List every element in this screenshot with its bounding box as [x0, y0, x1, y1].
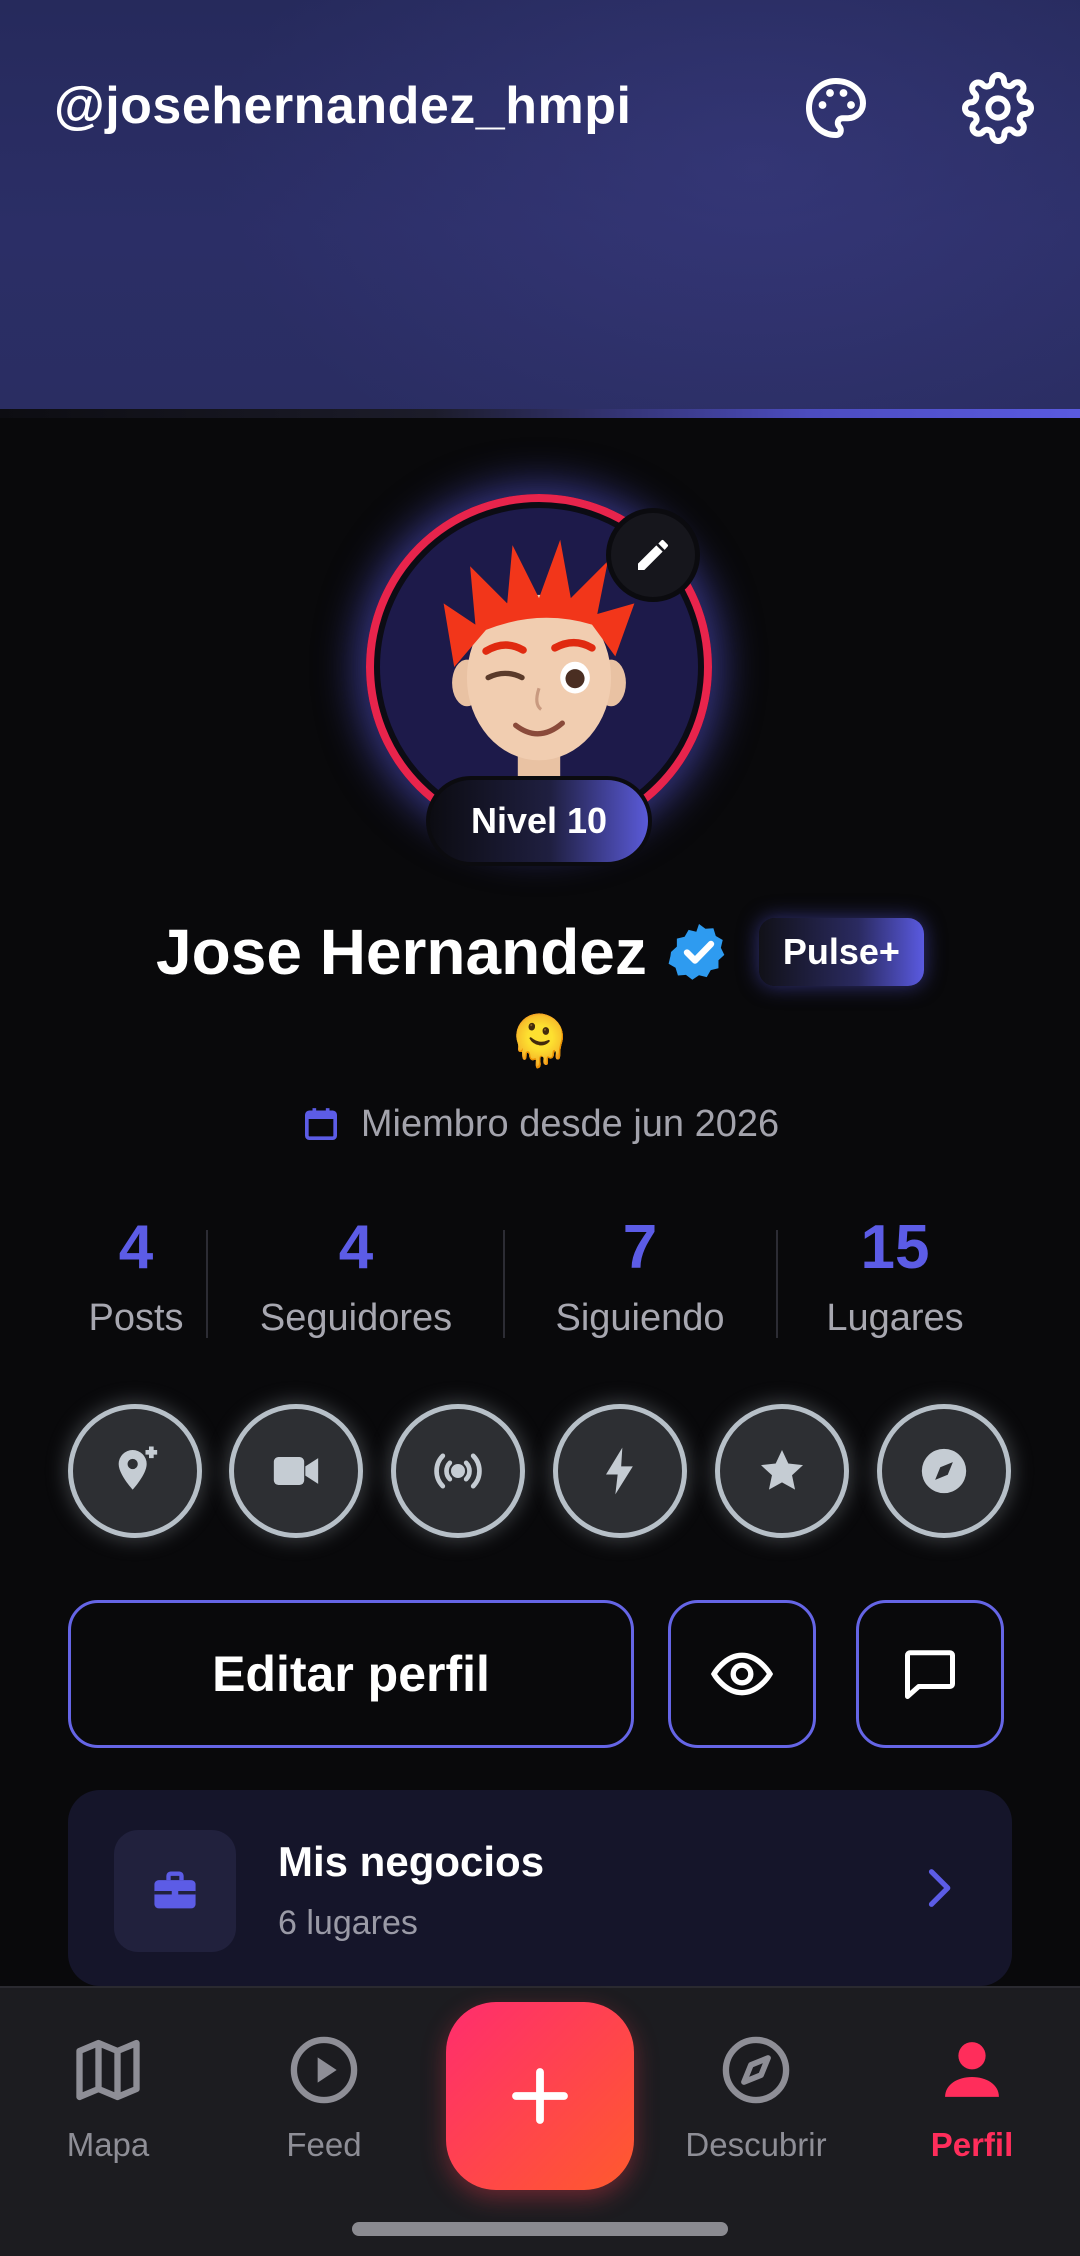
stat-divider: [776, 1230, 778, 1338]
stat-places[interactable]: 15 Lugares: [800, 1212, 990, 1340]
stat-value: 4: [118, 1213, 154, 1282]
stat-value: 4: [338, 1213, 374, 1282]
business-subtitle: 6 lugares: [278, 1904, 418, 1942]
header-accent-line: [0, 409, 1080, 418]
name-row: Jose Hernandez Pulse+: [0, 912, 1080, 992]
username-handle: @josehernandez_hmpi: [54, 77, 632, 135]
chat-icon: [905, 1650, 955, 1699]
star-icon[interactable]: [715, 1404, 849, 1538]
nav-label: Feed: [286, 2126, 362, 2163]
display-name: Jose Hernandez: [156, 916, 647, 988]
stat-value: 15: [860, 1213, 930, 1282]
pencil-icon: [638, 540, 668, 570]
status-emoji: 🫠: [508, 1013, 572, 1069]
nav-label: Descubrir: [685, 2126, 827, 2163]
stat-posts[interactable]: 4 Posts: [56, 1212, 216, 1340]
create-post-button[interactable]: [446, 2002, 634, 2190]
stat-followers[interactable]: 4 Seguidores: [236, 1212, 476, 1340]
compass-icon: [722, 2036, 790, 2104]
gear-icon[interactable]: [962, 72, 1034, 144]
calendar-icon: [304, 1108, 337, 1140]
plus-icon: [512, 2068, 568, 2124]
stat-divider: [503, 1230, 505, 1338]
person-icon: [945, 2042, 999, 2097]
messages-button[interactable]: [856, 1600, 1004, 1748]
member-since-text: Miembro desde jun 2026: [360, 1102, 780, 1145]
stat-following[interactable]: 7 Siguiendo: [530, 1212, 750, 1340]
palette-icon[interactable]: [800, 72, 872, 144]
level-badge: Nivel 10: [426, 776, 652, 866]
nav-item-profile[interactable]: Perfil: [882, 2032, 1062, 2164]
stat-label: Seguidores: [259, 1297, 453, 1339]
member-since: Miembro desde jun 2026: [0, 1096, 1080, 1152]
chevron-right-icon: [912, 1862, 964, 1919]
stat-divider: [206, 1230, 208, 1338]
business-title: Mis negocios: [278, 1838, 545, 1885]
profile-actions: Editar perfil: [0, 1600, 1080, 1750]
nav-label: Mapa: [66, 2126, 150, 2163]
eye-icon: [710, 1652, 774, 1696]
broadcast-icon[interactable]: [391, 1404, 525, 1538]
verified-icon: [668, 924, 725, 980]
nav-item-map[interactable]: Mapa: [18, 2032, 198, 2164]
nav-label: Perfil: [930, 2126, 1014, 2163]
my-businesses-card[interactable]: Mis negocios 6 lugares: [68, 1790, 1012, 1986]
edit-profile-button[interactable]: Editar perfil: [68, 1600, 634, 1748]
video-camera-icon[interactable]: [229, 1404, 363, 1538]
edit-avatar-button[interactable]: [606, 508, 700, 602]
stats-row: 4 Posts 4 Seguidores 7 Siguiendo 15 Luga…: [0, 1212, 1080, 1362]
home-indicator[interactable]: [352, 2222, 728, 2236]
nav-item-discover[interactable]: Descubrir: [666, 2032, 846, 2164]
compass-icon[interactable]: [877, 1404, 1011, 1538]
pulse-plus-badge[interactable]: Pulse+: [758, 918, 924, 986]
lightning-icon[interactable]: [553, 1404, 687, 1538]
stat-label: Lugares: [826, 1297, 964, 1339]
add-location-icon[interactable]: [68, 1404, 202, 1538]
achievement-badges: [0, 1404, 1080, 1540]
briefcase-icon: [114, 1830, 236, 1952]
nav-item-feed[interactable]: Feed: [234, 2032, 414, 2164]
map-icon: [76, 2039, 140, 2101]
play-circle-icon: [290, 2036, 358, 2104]
stat-label: Posts: [88, 1297, 184, 1339]
preview-profile-button[interactable]: [668, 1600, 816, 1748]
stat-label: Siguiendo: [555, 1297, 725, 1339]
profile-header: @josehernandez_hmpi: [0, 0, 1080, 418]
stat-value: 7: [622, 1213, 658, 1282]
